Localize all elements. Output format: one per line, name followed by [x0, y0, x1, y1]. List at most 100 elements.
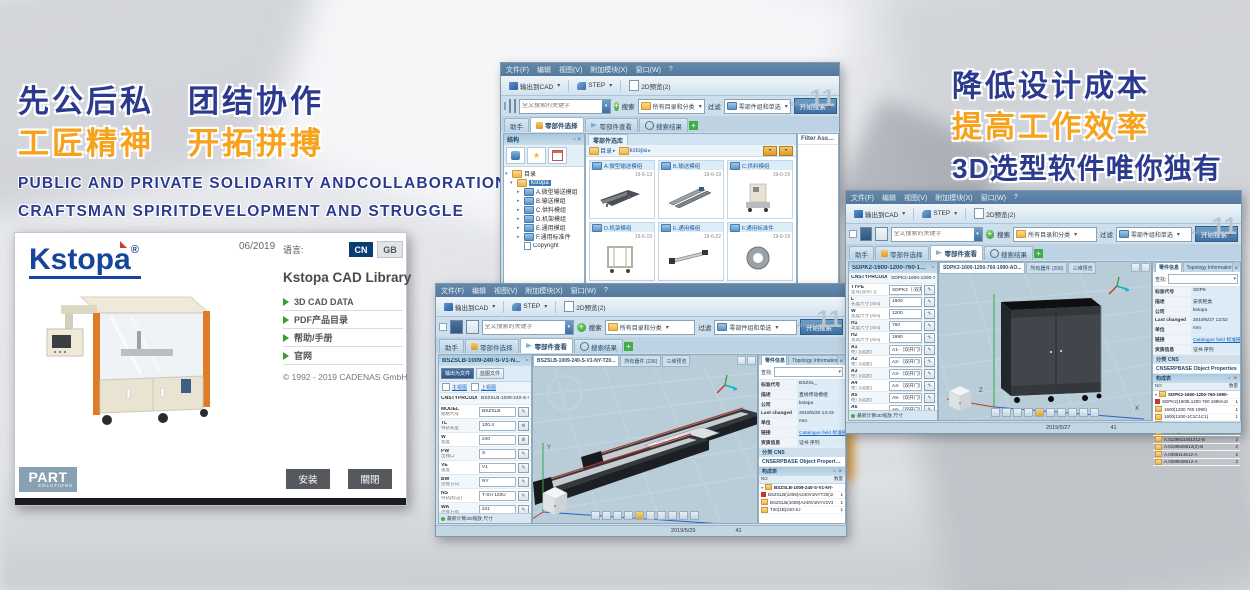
minimize-icon[interactable]: [526, 358, 528, 364]
viewer-tool-icon[interactable]: [679, 511, 688, 520]
lang-gb-button[interactable]: GB: [377, 241, 403, 258]
export-to-cad-button[interactable]: 输出到CAD: [505, 79, 564, 93]
tab-part-info[interactable]: 零件信息: [761, 355, 787, 365]
param-value-input[interactable]: 100.4: [479, 421, 516, 431]
viewer-tool-icon[interactable]: [602, 511, 611, 520]
viewer-tool-icon[interactable]: [1024, 408, 1033, 417]
menu-help[interactable]: ?: [669, 66, 673, 73]
tree-item[interactable]: ▸A.微型输送模组: [505, 187, 583, 196]
edit-icon[interactable]: ✎: [518, 463, 529, 473]
breadcrumb-root[interactable]: 目录: [589, 146, 616, 155]
viewport-tab-parts[interactable]: 所有器件 (206): [1026, 262, 1067, 274]
viewer-tool-icon[interactable]: [668, 511, 677, 520]
param-value-select[interactable]: A5-（双开门）-（选配）: [889, 393, 922, 403]
tab-part-selection[interactable]: 零部件选择: [530, 117, 584, 132]
blueprint-button[interactable]: 蓝图文件: [476, 368, 504, 379]
catalog-folder-tile[interactable]: C.供料模组 19-6-19: [727, 160, 793, 219]
browser-tab[interactable]: 零部件选库: [588, 134, 628, 145]
menu-view[interactable]: 视图(V): [904, 193, 927, 203]
gear-icon[interactable]: ⚙: [518, 421, 529, 431]
main-view-link[interactable]: 主视图: [442, 383, 467, 391]
edit-icon[interactable]: ✎: [924, 393, 935, 403]
tab-assistant[interactable]: 助手: [849, 246, 874, 260]
edit-icon[interactable]: ✎: [924, 333, 935, 343]
catalogue-link[interactable]: Catalogue field 标准链接: [1191, 335, 1240, 344]
search-mode-button[interactable]: [860, 227, 872, 241]
minimize-icon[interactable]: [833, 469, 835, 475]
search-mode-button[interactable]: [509, 99, 511, 113]
edit-icon[interactable]: ✎: [924, 369, 935, 379]
search-input[interactable]: [892, 231, 974, 237]
param-value-select[interactable]: 1200: [889, 309, 922, 319]
viewer-tool-icon[interactable]: [591, 511, 600, 520]
close-icon[interactable]: [1234, 266, 1238, 272]
param-value-select[interactable]: A4-（双开门）-（选配）: [889, 381, 922, 391]
viewer-tool-icon[interactable]: [1079, 408, 1088, 417]
param-value-select[interactable]: 760: [889, 321, 922, 331]
param-value-select[interactable]: 1990: [889, 333, 922, 343]
viewer-tool-icon[interactable]: [624, 511, 633, 520]
edit-icon[interactable]: ✎: [518, 449, 529, 459]
close-icon[interactable]: [838, 469, 842, 475]
catalogue-link[interactable]: Catalogue field 标准链接: [797, 428, 845, 437]
menu-file[interactable]: 文件(F): [506, 65, 529, 75]
search-mode-button[interactable]: [450, 320, 463, 334]
tree-item[interactable]: ▸C.供料模组: [505, 205, 583, 214]
menu-edit[interactable]: 编辑: [882, 193, 896, 203]
add-search-icon[interactable]: [614, 102, 619, 111]
bom-row[interactable]: BSZSLB(1009)A240V1NYV2V3NSN...1: [759, 499, 845, 507]
tab-part-selection[interactable]: 零部件选择: [465, 339, 519, 353]
new-tab-button[interactable]: [689, 121, 698, 130]
bom-row[interactable]: A.0139608612(2)-B2: [1153, 444, 1240, 452]
menu-file[interactable]: 文件(F): [851, 193, 874, 203]
viewport-tab-preview[interactable]: 三维预览: [1068, 262, 1096, 274]
add-search-icon[interactable]: [986, 230, 995, 239]
param-value-chip[interactable]: T-SH 120U: [479, 491, 516, 501]
tab-part-view[interactable]: 零部件查看: [930, 245, 984, 260]
minimize-icon[interactable]: [573, 137, 575, 143]
search-input[interactable]: [483, 324, 565, 330]
sort-select[interactable]: [763, 146, 777, 156]
chevron-down-icon[interactable]: [602, 100, 610, 113]
preview-2d-button[interactable]: 2D预览(2): [970, 206, 1019, 221]
viewer-tool-icon[interactable]: [991, 408, 1000, 417]
viewport-tab-model[interactable]: BSZSLB-1009-240-S-V1-NY-T20...: [533, 355, 619, 367]
param-value-select[interactable]: A3-（双开门）-（选配）: [889, 369, 922, 379]
viewport-icon[interactable]: [1131, 263, 1140, 272]
menu-help[interactable]: ?: [1014, 194, 1018, 201]
edit-icon[interactable]: ✎: [924, 297, 935, 307]
tab-part-view[interactable]: 零部件查看: [520, 338, 574, 353]
viewer-tool-icon[interactable]: [635, 511, 644, 520]
viewer-tool-icon[interactable]: [1057, 408, 1066, 417]
catalog-folder-tile[interactable]: A.微型输送模组 19-6-13: [589, 160, 655, 219]
minimize-icon[interactable]: [1228, 376, 1230, 382]
tab-part-view[interactable]: 零部件查看: [585, 118, 639, 132]
chevron-down-icon[interactable]: [565, 321, 573, 334]
close-button[interactable]: 關閉: [348, 469, 392, 489]
menu-3d-cad-data[interactable]: 3D CAD DATA: [283, 293, 403, 311]
search-history-button[interactable]: [514, 99, 516, 113]
find-select[interactable]: [774, 367, 843, 377]
catalog-folder-tile[interactable]: E.通用模组 19-6-22: [658, 222, 724, 281]
lang-cn-button[interactable]: CN: [349, 242, 373, 257]
catalogs-icon[interactable]: [506, 147, 525, 164]
tree-item[interactable]: ▸B.输送模组: [505, 196, 583, 205]
bom-row[interactable]: ▾BSZSLB-1009-240-S-V1-NY-T20-(2B): [759, 484, 845, 492]
edit-icon[interactable]: ✎: [518, 407, 529, 417]
bom-row[interactable]: ▾SDPK2-1600-1200-760-1990-A161616...: [1153, 391, 1240, 399]
close-icon[interactable]: [577, 137, 581, 143]
param-value-input[interactable]: 240: [479, 435, 516, 445]
edit-icon[interactable]: ✎: [518, 477, 529, 487]
viewport-icon[interactable]: [1141, 263, 1150, 272]
search-history-button[interactable]: [875, 227, 887, 241]
menu-view[interactable]: 视图(V): [559, 65, 582, 75]
param-value-select[interactable]: BSZSLB: [479, 407, 516, 417]
param-value-chip[interactable]: NY: [479, 477, 516, 487]
close-icon[interactable]: [1233, 376, 1237, 382]
view-select[interactable]: [779, 146, 793, 156]
edit-icon[interactable]: ✎: [518, 491, 529, 501]
gear-icon[interactable]: ⚙: [518, 435, 529, 445]
param-value-select[interactable]: A1-（双开门）-（选配）: [889, 345, 922, 355]
tab-search-results[interactable]: 搜索结果: [639, 118, 688, 132]
edit-icon[interactable]: ✎: [924, 345, 935, 355]
